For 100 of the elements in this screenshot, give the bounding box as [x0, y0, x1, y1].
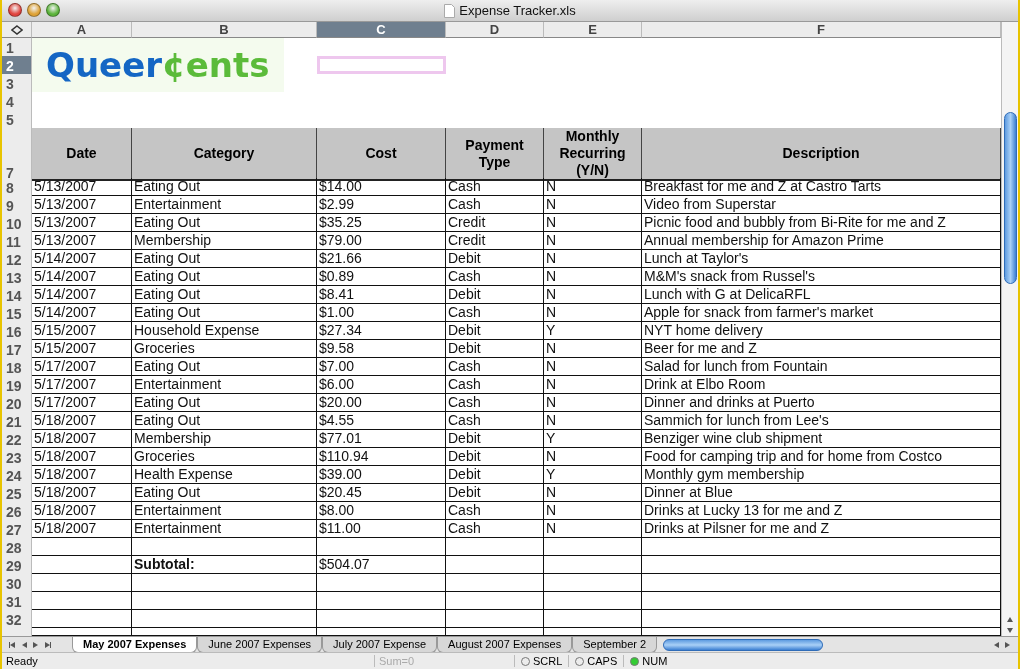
row-number[interactable]: 18 — [2, 358, 32, 376]
table-cell: N — [544, 412, 642, 430]
last-sheet-icon[interactable] — [44, 640, 52, 649]
scroll-left-icon[interactable] — [992, 640, 1000, 649]
table-cell: Debit — [446, 322, 544, 340]
row-number[interactable]: 21 — [2, 412, 32, 430]
row-number[interactable]: 32 — [2, 610, 32, 628]
table-cell: Salad for lunch from Fountain — [642, 358, 1001, 376]
table-cell: N — [544, 340, 642, 358]
table-cell: 5/13/2007 — [32, 196, 132, 214]
column-heading: Date — [32, 128, 132, 181]
row-number[interactable]: 5 — [2, 110, 32, 128]
table-cell: $11.00 — [317, 520, 446, 538]
row-number[interactable]: 30 — [2, 574, 32, 592]
column-header[interactable]: F — [642, 22, 1001, 38]
row-number[interactable]: 19 — [2, 376, 32, 394]
table-cell: N — [544, 250, 642, 268]
row-number[interactable]: 4 — [2, 92, 32, 110]
sheet-tab[interactable]: August 2007 Expenses — [437, 636, 573, 653]
sheet-tab[interactable]: June 2007 Expenses — [197, 636, 323, 653]
row-number[interactable]: 16 — [2, 322, 32, 340]
row-number[interactable]: 2 — [2, 56, 32, 74]
column-header[interactable]: E — [544, 22, 642, 38]
sheet-tab[interactable]: September 2 — [572, 636, 658, 653]
table-cell: N — [544, 358, 642, 376]
row-number[interactable]: 9 — [2, 196, 32, 214]
table-cell: Dinner and drinks at Puerto — [642, 394, 1001, 412]
table-cell: Subtotal: — [132, 556, 317, 574]
row-number[interactable]: 11 — [2, 232, 32, 250]
table-cell: 5/13/2007 — [32, 232, 132, 250]
scrollbar-thumb[interactable] — [663, 638, 824, 651]
row-number[interactable]: 27 — [2, 520, 32, 538]
table-cell: 5/18/2007 — [32, 448, 132, 466]
row-number[interactable]: 3 — [2, 74, 32, 92]
table-cell: Cash — [446, 268, 544, 286]
table-cell: Eating Out — [132, 250, 317, 268]
row-number[interactable]: 14 — [2, 286, 32, 304]
row-number[interactable]: 12 — [2, 250, 32, 268]
row-number[interactable]: 22 — [2, 430, 32, 448]
column-header[interactable]: C — [317, 22, 446, 38]
column-header[interactable]: B — [132, 22, 317, 38]
table-cell: Entertainment — [132, 196, 317, 214]
table-cell: $9.58 — [317, 340, 446, 358]
indicator-label: NUM — [642, 655, 668, 667]
row-number[interactable]: 29 — [2, 556, 32, 574]
row-number[interactable]: 1 — [2, 38, 32, 56]
table-cell: Household Expense — [132, 322, 317, 340]
table-cell: Cash — [446, 376, 544, 394]
table-cell: $1.00 — [317, 304, 446, 322]
status-text: Ready — [5, 655, 39, 667]
row-number[interactable]: 25 — [2, 484, 32, 502]
select-all-icon[interactable] — [10, 24, 23, 35]
row-number[interactable]: 28 — [2, 538, 32, 556]
table-cell: 5/13/2007 — [32, 178, 132, 196]
table-cell: N — [544, 448, 642, 466]
row-number[interactable]: 13 — [2, 268, 32, 286]
table-cell: Entertainment — [132, 376, 317, 394]
first-sheet-icon[interactable] — [8, 640, 16, 649]
row-number[interactable]: 15 — [2, 304, 32, 322]
next-sheet-icon[interactable] — [32, 640, 40, 649]
zoom-button[interactable] — [46, 3, 60, 17]
row-number[interactable]: 26 — [2, 502, 32, 520]
column-header[interactable]: D — [446, 22, 544, 38]
table-cell: Cash — [446, 178, 544, 196]
table-cell: Breakfast for me and Z at Castro Tarts — [642, 178, 1001, 196]
indicator-label: SCRL — [533, 655, 563, 667]
row-number[interactable]: 10 — [2, 214, 32, 232]
row-number[interactable]: 8 — [2, 178, 32, 196]
previous-sheet-icon[interactable] — [20, 640, 28, 649]
column-header[interactable]: A — [32, 22, 132, 38]
sheet-tab[interactable]: July 2007 Expense — [322, 636, 438, 653]
scroll-down-icon[interactable] — [1006, 626, 1014, 634]
scroll-up-icon[interactable] — [1006, 616, 1014, 624]
table-cell: 5/18/2007 — [32, 412, 132, 430]
row-number[interactable]: 17 — [2, 340, 32, 358]
row-number[interactable]: 31 — [2, 592, 32, 610]
row-number[interactable]: 24 — [2, 466, 32, 484]
sheet-tab[interactable]: May 2007 Expenses — [72, 636, 198, 653]
minimize-button[interactable] — [27, 3, 41, 17]
scrollbar-thumb[interactable] — [1003, 112, 1017, 284]
column-heading: Cost — [317, 128, 446, 181]
table-cell: Apple for snack from farmer's market — [642, 304, 1001, 322]
table-cell: Entertainment — [132, 502, 317, 520]
row-number[interactable]: 23 — [2, 448, 32, 466]
table-cell: Cash — [446, 196, 544, 214]
row-number[interactable]: 20 — [2, 394, 32, 412]
table-cell: $14.00 — [317, 178, 446, 196]
table-cell: Sammich for lunch from Lee's — [642, 412, 1001, 430]
table-cell: $20.45 — [317, 484, 446, 502]
table-cell: Y — [544, 322, 642, 340]
table-cell: N — [544, 304, 642, 322]
row-number[interactable]: 7 — [2, 128, 32, 181]
table-cell: Eating Out — [132, 214, 317, 232]
table-cell: M&M's snack from Russel's — [642, 268, 1001, 286]
scroll-right-icon[interactable] — [1004, 640, 1012, 649]
close-button[interactable] — [8, 3, 22, 17]
table-cell: Cash — [446, 304, 544, 322]
table-cell: Y — [544, 430, 642, 448]
column-heading: Monthly Recurring (Y/N) — [544, 128, 642, 181]
table-cell: $77.01 — [317, 430, 446, 448]
